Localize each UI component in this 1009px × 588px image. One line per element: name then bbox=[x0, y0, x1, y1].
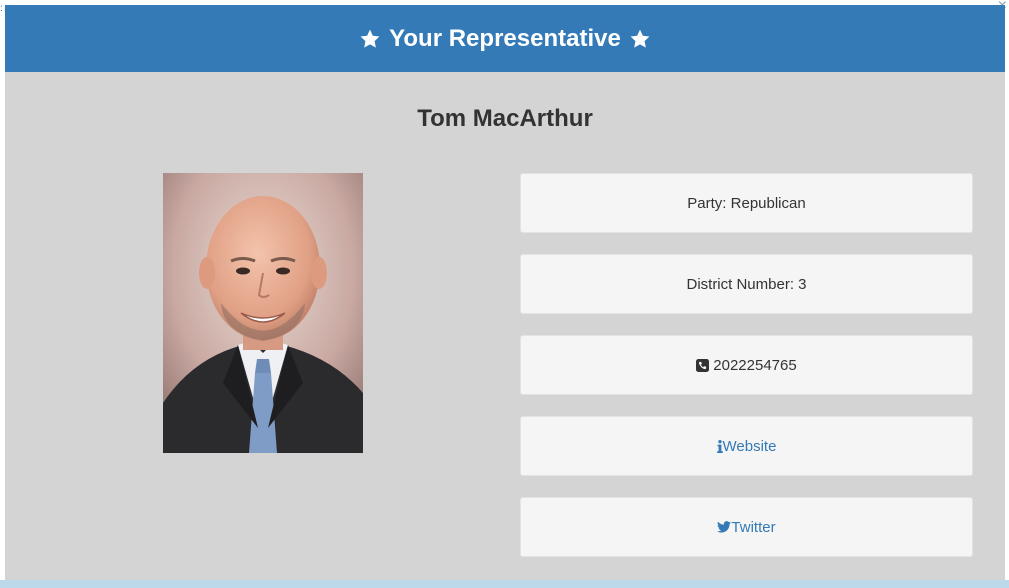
modal-title-text: Your Representative bbox=[389, 24, 621, 52]
party-text: Party: Republican bbox=[687, 194, 806, 212]
website-card: Website bbox=[520, 416, 973, 476]
representative-name: Tom MacArthur bbox=[417, 105, 593, 132]
phone-square-icon bbox=[696, 358, 710, 372]
star-icon bbox=[360, 29, 380, 48]
phone-number: 2022254765 bbox=[713, 356, 797, 374]
website-link[interactable]: Website bbox=[716, 437, 777, 455]
modal-title: Your Representative bbox=[359, 25, 651, 53]
phone-card: 2022254765 bbox=[520, 335, 973, 395]
twitter-label: Twitter bbox=[731, 518, 776, 536]
corner-fragment: : bbox=[0, 3, 3, 14]
page-bottom-strip bbox=[0, 580, 1009, 588]
representative-photo bbox=[163, 173, 363, 453]
twitter-link[interactable]: Twitter bbox=[717, 518, 776, 536]
district-card: District Number: 3 bbox=[520, 254, 973, 314]
twitter-bird-icon bbox=[717, 521, 732, 533]
star-icon bbox=[630, 29, 650, 48]
modal-header: Your Representative bbox=[5, 5, 1005, 72]
representative-modal: Your Representative Tom MacArthur Party:… bbox=[5, 5, 1005, 580]
website-label: Website bbox=[722, 437, 777, 455]
twitter-card: Twitter bbox=[520, 497, 973, 557]
party-card: Party: Republican bbox=[520, 173, 973, 233]
district-text: District Number: 3 bbox=[686, 275, 807, 293]
